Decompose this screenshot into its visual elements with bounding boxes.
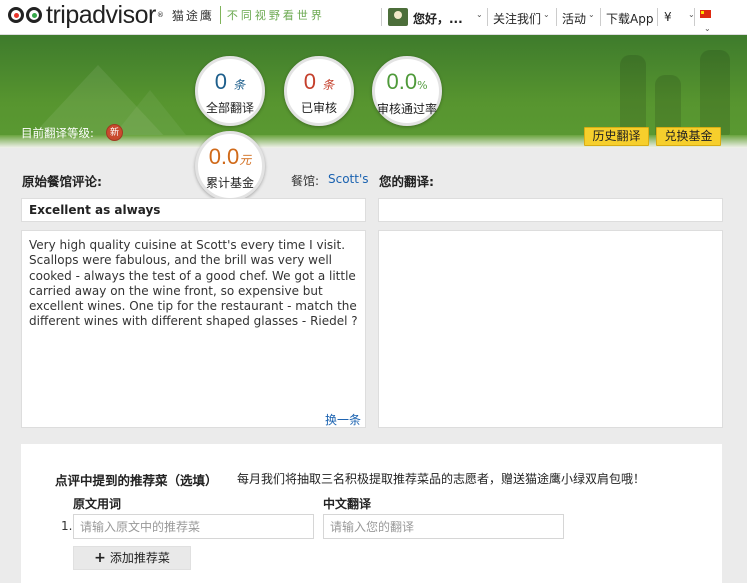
chevron-down-icon: ⌄ bbox=[543, 10, 550, 19]
original-term-header: 原文用词 bbox=[73, 497, 122, 511]
activity-menu[interactable]: 活动 ⌄ bbox=[562, 10, 595, 27]
logo-slogan: 不同视野看世界 bbox=[226, 9, 325, 22]
restaurant-link[interactable]: Scott's bbox=[328, 172, 369, 186]
statue-decoration bbox=[700, 50, 730, 135]
top-navigation-bar: tripadvisor ® 猫途鹰 不同视野看世界 您好，... ⌄ 关注我们 ⌄… bbox=[0, 0, 747, 35]
history-translations-button[interactable]: 历史翻译 bbox=[584, 127, 649, 146]
logo-wordmark: tripadvisor bbox=[46, 1, 156, 29]
review-body: Very high quality cuisine at Scott's eve… bbox=[21, 230, 366, 428]
user-greeting-menu[interactable]: 您好，... bbox=[413, 10, 463, 27]
original-review-heading: 原始餐馆评论: bbox=[22, 174, 102, 189]
stat-value: 0.0% bbox=[386, 69, 428, 94]
stat-value: 0 条 bbox=[214, 69, 246, 94]
chevron-down-icon[interactable]: ⌄ bbox=[474, 10, 483, 24]
logo-divider bbox=[219, 6, 221, 24]
stat-value: 0 条 bbox=[303, 69, 335, 94]
recommended-dishes-heading: 点评中提到的推荐菜（选填） bbox=[55, 473, 218, 488]
next-review-link[interactable]: 换一条 bbox=[325, 413, 361, 428]
download-app-link[interactable]: 下载App bbox=[606, 10, 653, 27]
stat-label: 全部翻译 bbox=[205, 101, 254, 115]
stat-label: 已审核 bbox=[300, 101, 337, 115]
your-translation-heading: 您的翻译: bbox=[379, 174, 434, 189]
exchange-fund-button[interactable]: 兑换基金 bbox=[656, 127, 721, 146]
stat-value: 0.0元 bbox=[208, 144, 252, 169]
original-dish-input[interactable] bbox=[73, 514, 314, 539]
owl-logo-icon bbox=[8, 4, 44, 26]
nav-divider bbox=[657, 8, 658, 26]
user-avatar-icon[interactable] bbox=[388, 8, 408, 26]
stat-reviewed: 0 条 已审核 bbox=[284, 56, 354, 126]
stat-label: 审核通过率 bbox=[376, 102, 437, 116]
follow-us-label: 关注我们 bbox=[493, 12, 542, 26]
recommended-dishes-note: 每月我们将抽取三名积极提取推荐菜品的志愿者，赠送猫途鹰小绿双肩包哦！ bbox=[237, 472, 646, 486]
follow-us-menu[interactable]: 关注我们 ⌄ bbox=[493, 10, 550, 27]
chinese-translation-header: 中文翻译 bbox=[323, 497, 372, 511]
chevron-down-icon[interactable]: ⌄ bbox=[704, 24, 711, 33]
nav-divider bbox=[600, 8, 601, 26]
activity-label: 活动 bbox=[562, 12, 587, 26]
nav-divider bbox=[487, 8, 488, 26]
nav-divider bbox=[556, 8, 557, 26]
add-dish-button[interactable]: + 添加推荐菜 bbox=[73, 546, 191, 570]
review-title: Excellent as always bbox=[21, 198, 366, 222]
china-flag-icon[interactable] bbox=[700, 10, 711, 18]
tripadvisor-logo[interactable]: tripadvisor ® 猫途鹰 不同视野看世界 bbox=[8, 1, 325, 29]
user-greeting: 您好，... bbox=[413, 12, 463, 26]
download-app-label: 下载App bbox=[606, 12, 654, 26]
translation-level-label: 目前翻译等级: bbox=[21, 126, 94, 140]
chevron-down-icon: ⌄ bbox=[588, 10, 595, 19]
chinese-dish-input[interactable] bbox=[323, 514, 564, 539]
translation-title-input[interactable] bbox=[378, 198, 723, 222]
nav-divider bbox=[381, 8, 382, 26]
stat-label: 累计基金 bbox=[205, 176, 254, 190]
currency-menu[interactable]: ¥ bbox=[664, 10, 672, 24]
new-level-badge: 新 bbox=[106, 124, 123, 141]
recommended-dishes-panel: 点评中提到的推荐菜（选填） 每月我们将抽取三名积极提取推荐菜品的志愿者，赠送猫途… bbox=[21, 444, 722, 583]
logo-chinese-name: 猫途鹰 bbox=[171, 8, 214, 23]
restaurant-label: 餐馆: bbox=[291, 174, 320, 188]
row-number: 1. bbox=[61, 519, 73, 533]
add-dish-label: 添加推荐菜 bbox=[109, 551, 170, 565]
logo-trademark: ® bbox=[156, 11, 164, 19]
stat-all-translations: 0 条 全部翻译 bbox=[195, 56, 265, 126]
currency-symbol: ¥ bbox=[664, 10, 672, 24]
translation-body-input[interactable] bbox=[378, 230, 723, 428]
plus-icon: + bbox=[94, 550, 106, 566]
stat-pass-rate: 0.0% 审核通过率 bbox=[372, 56, 442, 126]
nav-divider bbox=[694, 8, 695, 26]
review-text: Very high quality cuisine at Scott's eve… bbox=[29, 238, 358, 329]
stat-fund: 0.0元 累计基金 bbox=[195, 131, 265, 201]
